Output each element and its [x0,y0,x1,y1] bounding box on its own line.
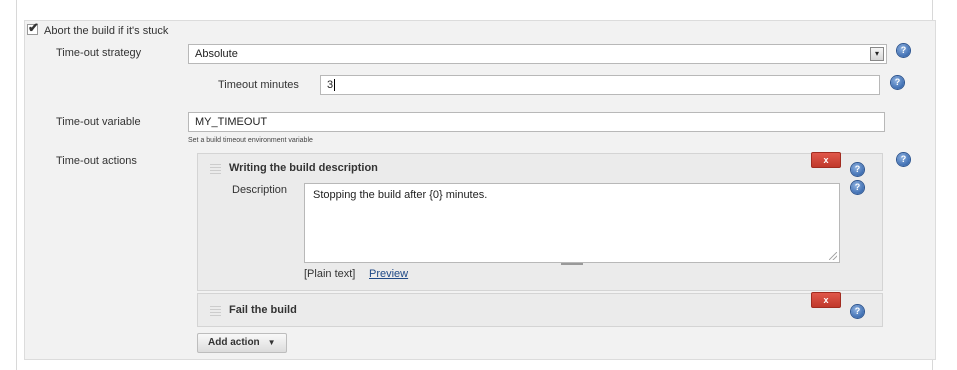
abort-stuck-label: Abort the build if it's stuck [44,25,169,37]
action-help-icon[interactable]: ? [851,163,864,176]
delete-icon[interactable]: x [811,292,841,308]
timeout-minutes-label: Timeout minutes [218,79,299,91]
add-action-label: Add action [208,337,260,348]
description-textarea[interactable]: Stopping the build after {0} minutes. [304,183,840,263]
variable-label: Time-out variable [56,116,141,128]
abort-stuck-checkbox[interactable]: ✔ [27,20,39,35]
timeout-minutes-help-icon[interactable]: ? [891,76,904,89]
action-help-icon[interactable]: ? [851,305,864,318]
timeout-minutes-value: 3 [327,79,334,91]
variable-hint: Set a build timeout environment variable [188,137,313,144]
plain-text-label: [Plain text] [304,268,356,280]
action-item-write-description: Writing the build description x ? Descri… [197,152,883,291]
actions-label: Time-out actions [56,155,137,167]
variable-value: MY_TIMEOUT [195,116,268,128]
drag-handle-icon[interactable] [210,305,221,316]
strategy-label: Time-out strategy [56,47,142,59]
actions-help-icon[interactable]: ? [897,153,910,166]
caret-down-icon: ▼ [267,338,276,347]
action-title: Writing the build description [229,162,378,174]
add-action-button[interactable]: Add action ▼ [197,333,287,353]
action-item-fail-build: Fail the build x ? [197,292,883,327]
description-help-icon[interactable]: ? [851,181,864,194]
resize-handle-icon[interactable] [829,252,837,260]
strategy-select[interactable]: Absolute ▾ [188,44,887,64]
timeout-minutes-input[interactable]: 3 [320,75,880,95]
action-title: Fail the build [229,304,297,316]
variable-input[interactable]: MY_TIMEOUT [188,112,885,132]
checkmark-icon: ✔ [28,20,39,35]
description-value: Stopping the build after {0} minutes. [313,189,488,201]
description-label: Description [232,184,288,196]
delete-icon[interactable]: x [811,152,841,168]
drag-handle-icon[interactable] [210,163,221,174]
dropdown-arrow-icon[interactable]: ▾ [870,47,884,61]
strategy-selected-value: Absolute [195,48,238,60]
preview-link[interactable]: Preview [369,268,408,280]
strategy-help-icon[interactable]: ? [897,44,910,57]
textarea-drag-bar[interactable] [561,263,583,265]
